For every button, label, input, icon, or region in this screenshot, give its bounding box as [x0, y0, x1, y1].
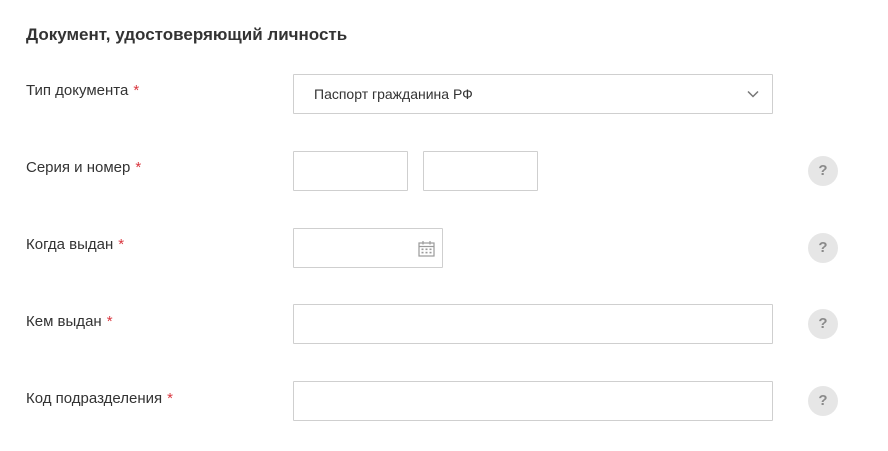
- series-number-label: Серия и номер *: [26, 158, 141, 178]
- required-mark: *: [106, 313, 113, 330]
- question-mark-icon: ?: [818, 392, 828, 409]
- chevron-down-icon: [747, 90, 759, 98]
- required-mark: *: [118, 236, 125, 253]
- issue-date-label: Когда выдан *: [26, 235, 124, 255]
- issue-date-field-wrapper: [293, 228, 443, 268]
- question-mark-icon: ?: [818, 315, 828, 332]
- number-field-wrapper: [423, 151, 538, 191]
- question-mark-icon: ?: [818, 162, 828, 179]
- issue-date-help-button[interactable]: ?: [808, 233, 838, 263]
- issued-by-input[interactable]: [294, 305, 772, 343]
- issued-by-label-text: Кем выдан: [26, 313, 102, 330]
- division-code-field-wrapper: [293, 381, 773, 421]
- series-input[interactable]: [294, 152, 407, 190]
- section-title: Документ, удостоверяющий личность: [26, 25, 348, 44]
- division-code-help-button[interactable]: ?: [808, 386, 838, 416]
- doc-type-select[interactable]: Паспорт гражданина РФ: [293, 74, 773, 114]
- doc-type-label: Тип документа *: [26, 81, 139, 101]
- question-mark-icon: ?: [818, 239, 828, 256]
- required-mark: *: [133, 82, 140, 99]
- issued-by-field-wrapper: [293, 304, 773, 344]
- series-number-label-text: Серия и номер: [26, 159, 131, 176]
- number-input[interactable]: [424, 152, 537, 190]
- required-mark: *: [167, 390, 173, 407]
- division-code-label-text: Код подразделения: [26, 390, 163, 407]
- required-mark: *: [135, 159, 142, 176]
- issue-date-label-text: Когда выдан: [26, 236, 114, 253]
- doc-type-label-text: Тип документа: [26, 82, 129, 99]
- series-number-help-button[interactable]: ?: [808, 156, 838, 186]
- issued-by-help-button[interactable]: ?: [808, 309, 838, 339]
- calendar-icon[interactable]: [418, 240, 435, 257]
- doc-type-selected-value: Паспорт гражданина РФ: [314, 86, 473, 102]
- series-field-wrapper: [293, 151, 408, 191]
- issued-by-label: Кем выдан *: [26, 312, 113, 332]
- division-code-label: Код подразделения *: [26, 389, 173, 409]
- division-code-input[interactable]: [294, 382, 772, 420]
